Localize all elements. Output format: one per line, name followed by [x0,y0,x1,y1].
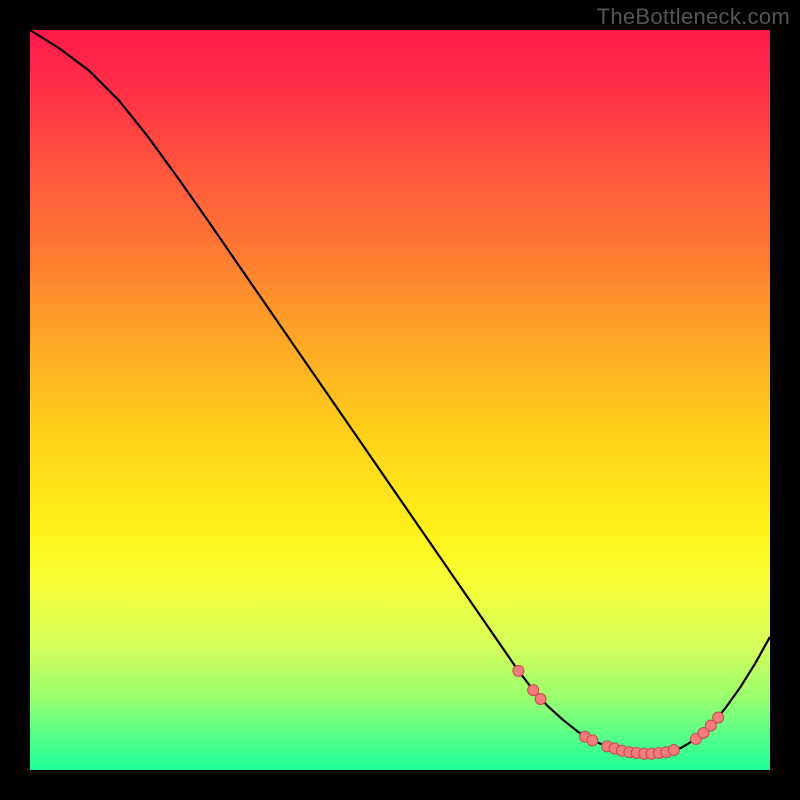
curve-marker [528,685,539,696]
curve-marker [668,745,679,756]
plot-background [30,30,770,770]
bottleneck-curve [30,30,770,754]
curve-marker [713,712,724,723]
chart-frame: TheBottleneck.com [0,0,800,800]
curve-marker [513,665,524,676]
curve-marker [535,693,546,704]
watermark-text: TheBottleneck.com [597,4,790,30]
curve-marker [587,735,598,746]
curve-markers [513,665,724,759]
curve-svg [30,30,770,770]
